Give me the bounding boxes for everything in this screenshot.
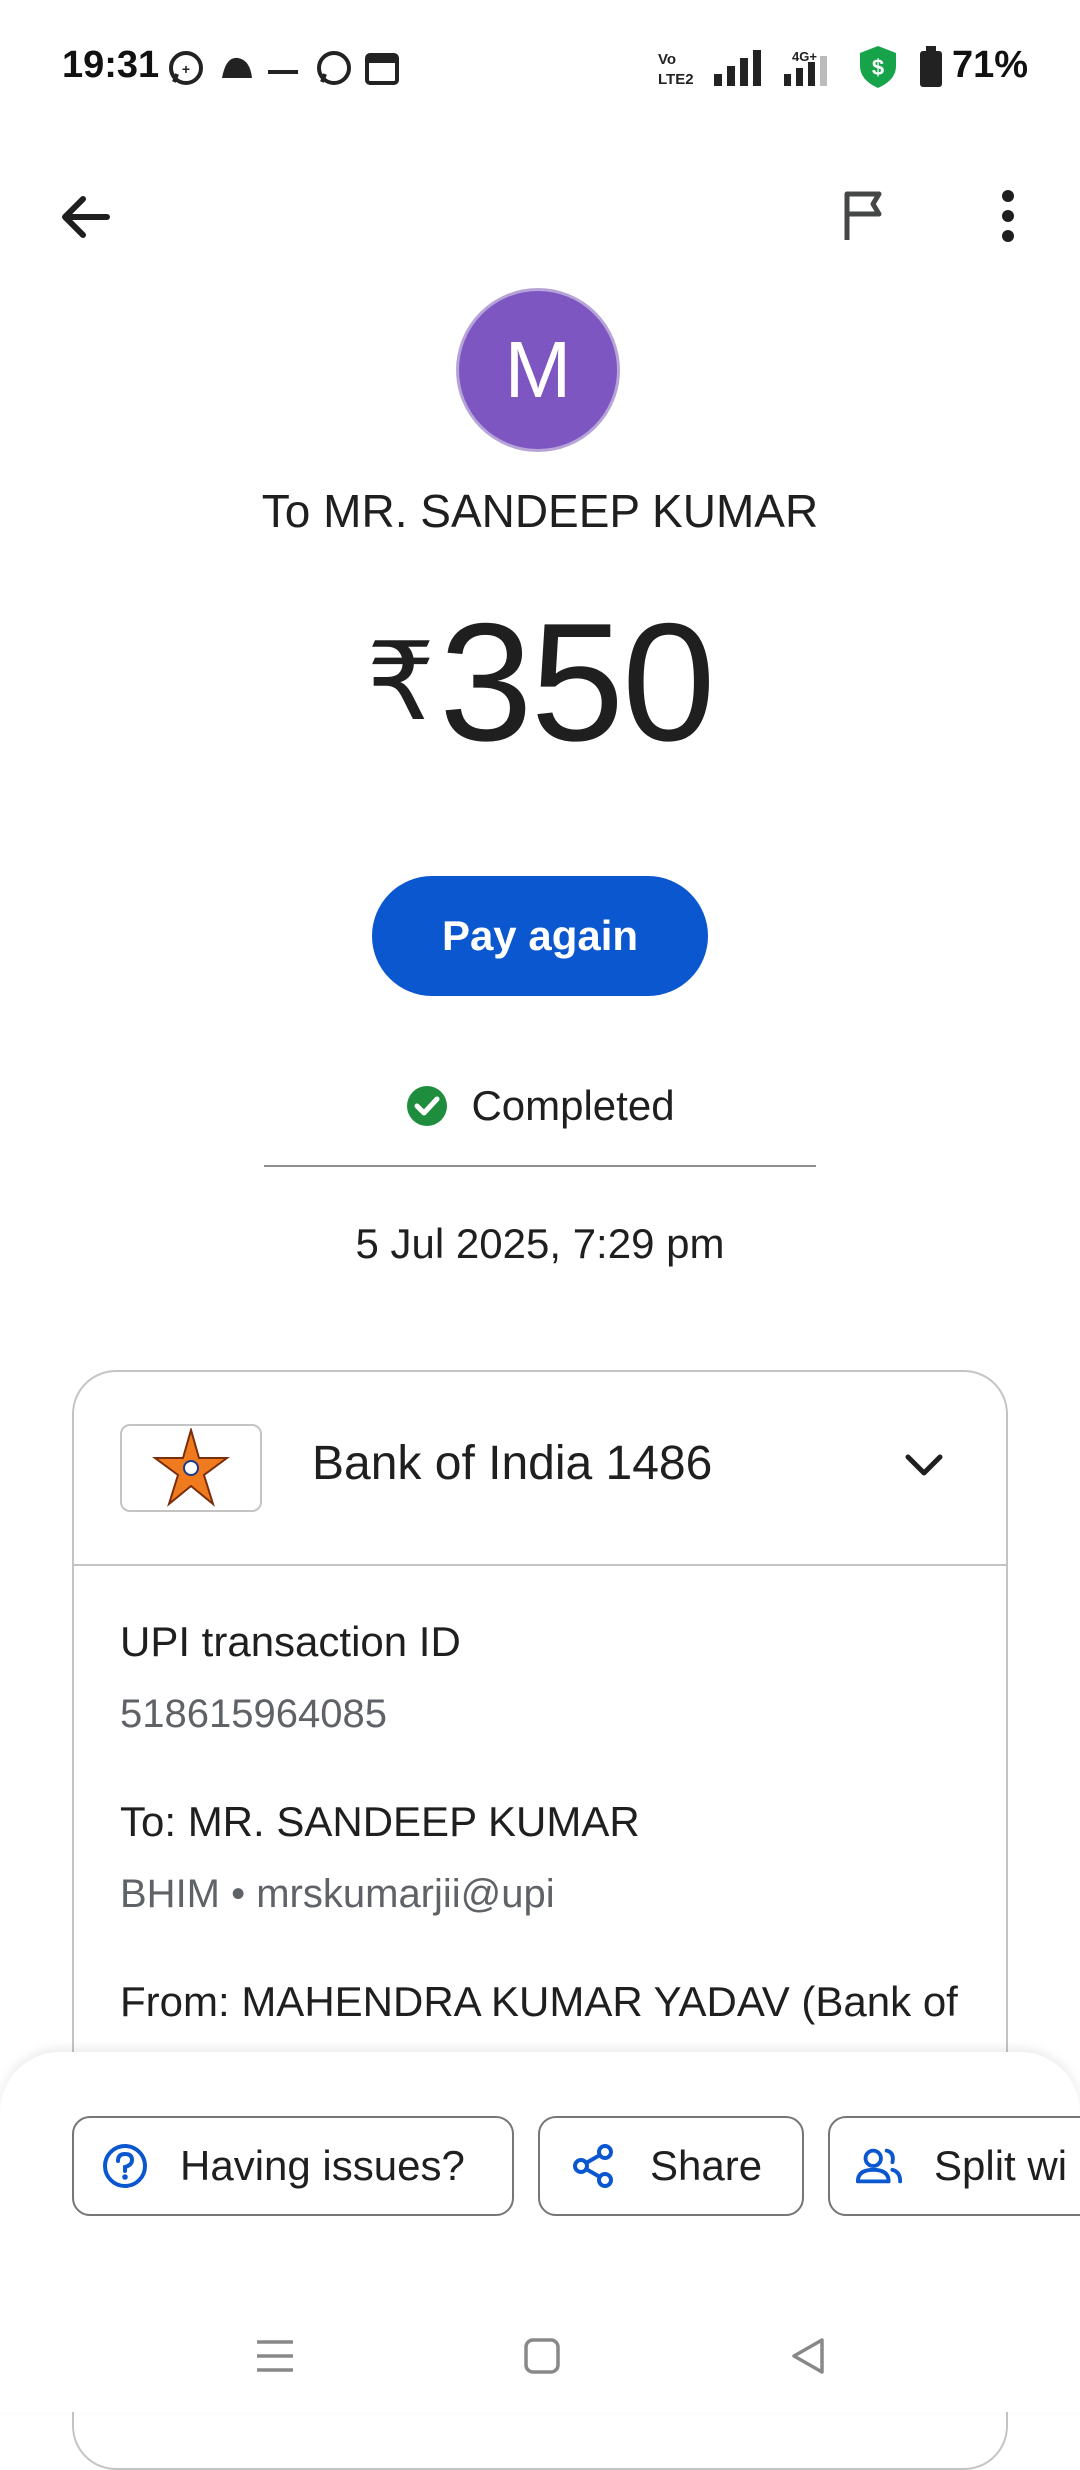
upi-id-title: UPI transaction ID xyxy=(120,1618,461,1665)
bank-logo xyxy=(120,1424,262,1512)
volte-icon: Vo LTE2 xyxy=(656,48,702,88)
currency-symbol: ₹ xyxy=(366,621,435,742)
signal-icon xyxy=(712,48,766,88)
share-button[interactable]: Share xyxy=(538,2116,804,2216)
help-circle-icon xyxy=(100,2141,150,2191)
back-triangle-icon xyxy=(792,2338,824,2374)
amount-value: 350 xyxy=(439,588,715,776)
payment-status: Completed xyxy=(0,1082,1080,1130)
battery-icon xyxy=(918,46,944,87)
signal-4g-icon: 4G+ xyxy=(778,48,838,88)
home-nav-button[interactable] xyxy=(502,2316,582,2396)
to-title: To: MR. SANDEEP KUMAR xyxy=(120,1798,640,1845)
upi-id-value[interactable]: 518615964085 xyxy=(120,1692,387,1737)
svg-text:4G+: 4G+ xyxy=(792,49,817,64)
flag-icon xyxy=(844,191,882,240)
having-issues-label: Having issues? xyxy=(180,2142,465,2189)
back-button[interactable] xyxy=(46,178,124,256)
pay-again-button[interactable]: Pay again xyxy=(372,876,708,996)
home-square-icon xyxy=(524,2338,560,2374)
check-circle-icon xyxy=(407,1086,448,1126)
split-with-label: Split wi xyxy=(934,2142,1068,2189)
split-with-button[interactable]: Split wi xyxy=(828,2116,1080,2216)
more-vert-icon xyxy=(1002,190,1014,242)
group-icon xyxy=(854,2141,904,2191)
report-flag-button[interactable] xyxy=(824,176,904,256)
svg-text:$: $ xyxy=(872,55,884,80)
expand-button[interactable] xyxy=(894,1436,954,1496)
svg-text:LTE2: LTE2 xyxy=(658,71,694,88)
avatar: M xyxy=(456,288,620,452)
chevron-down-icon xyxy=(905,1454,943,1476)
whatsapp-business-icon: + xyxy=(166,48,206,88)
whatsapp-icon xyxy=(314,48,354,88)
menu-icon xyxy=(257,2340,293,2372)
recents-nav-button[interactable] xyxy=(235,2316,315,2396)
arrow-back-icon xyxy=(62,196,110,238)
more-options-button[interactable] xyxy=(968,176,1048,256)
bank-account-name: Bank of India 1486 xyxy=(312,1437,713,1490)
security-shield-icon: $ xyxy=(856,44,900,88)
recipient-name: To MR. SANDEEP KUMAR xyxy=(261,485,819,537)
app-notification-icon xyxy=(216,48,258,88)
app-notification-icon xyxy=(268,64,298,104)
back-nav-button[interactable] xyxy=(768,2316,848,2396)
from-title: From: MAHENDRA KUMAR YADAV (Bank of xyxy=(120,1978,958,2025)
share-label: Share xyxy=(650,2142,763,2189)
status-label: Completed xyxy=(471,1082,675,1129)
svg-text:Vo: Vo xyxy=(658,51,676,68)
amount: ₹350 xyxy=(0,598,1080,766)
share-icon xyxy=(568,2141,618,2191)
bank-of-india-star-icon xyxy=(151,1428,231,1507)
svg-text:+: + xyxy=(182,61,190,77)
having-issues-button[interactable]: Having issues? xyxy=(72,2116,514,2216)
to-upi-handle: BHIM • mrskumarjii@upi xyxy=(120,1872,555,1916)
card-divider xyxy=(74,1564,1006,1566)
transaction-datetime: 5 Jul 2025, 7:29 pm xyxy=(355,1220,725,1267)
divider xyxy=(264,1165,816,1167)
status-time: 19:31 xyxy=(62,44,160,86)
calendar-icon xyxy=(364,48,400,88)
battery-percent: 71% xyxy=(952,44,1029,86)
